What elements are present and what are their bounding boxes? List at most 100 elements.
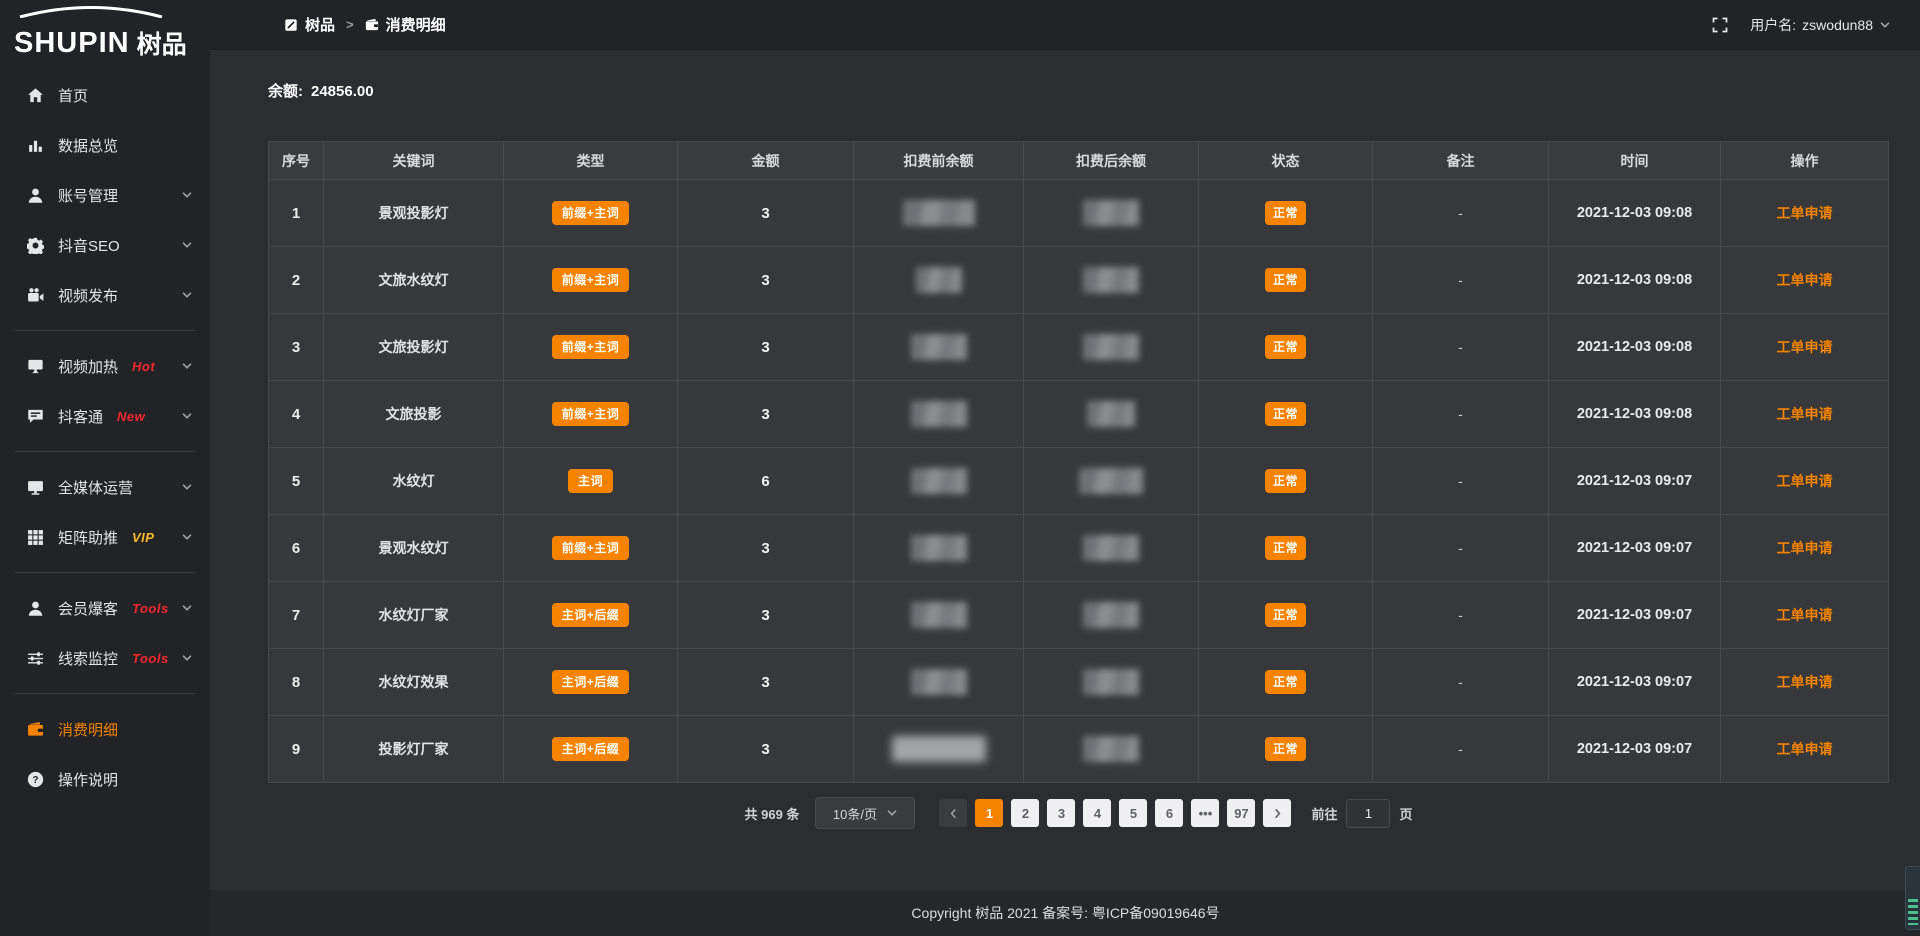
goto-label: 前往 [1311,804,1337,823]
cell-balance-after [1024,582,1199,649]
username-label: 用户名: [1750,15,1796,35]
work-order-link[interactable]: 工单申请 [1777,406,1833,422]
cell-action: 工单申请 [1721,582,1889,649]
fullscreen-icon[interactable] [1712,17,1728,33]
gear-icon [26,236,44,254]
type-tag: 前缀+主词 [552,268,630,292]
home-icon [26,86,44,104]
sidebar-item-douyin-seo[interactable]: 抖音SEO [0,220,210,270]
username-dropdown[interactable]: 用户名: zswodun88 [1750,15,1891,35]
column-header: 序号 [269,142,324,180]
cell-time: 2021-12-03 09:08 [1549,381,1721,448]
cell-amount: 6 [678,448,854,515]
table-row: 2文旅水纹灯前缀+主词3正常-2021-12-03 09:08工单申请 [269,247,1889,314]
cell-amount: 3 [678,716,854,783]
breadcrumb-item-app[interactable]: 树品 [284,14,335,35]
page-size-select[interactable]: 10条/页 [815,797,915,829]
status-badge: 正常 [1265,603,1306,627]
cell-balance-before [854,448,1024,515]
sidebar-item-operation-guide[interactable]: ?操作说明 [0,754,210,804]
work-order-link[interactable]: 工单申请 [1777,473,1833,489]
column-header: 金额 [678,142,854,180]
sidebar-item-member-baoke[interactable]: 会员爆客Tools [0,583,210,633]
page-button-3[interactable]: 3 [1047,799,1075,827]
cell-amount: 3 [678,515,854,582]
main-column: 树品 > 消费明细 用户名: zswodun88 [210,0,1920,936]
masked-value [1083,669,1139,695]
page-button-2[interactable]: 2 [1011,799,1039,827]
column-header: 备注 [1373,142,1549,180]
username-value: zswodun88 [1802,17,1873,33]
topbar: 树品 > 消费明细 用户名: zswodun88 [210,0,1920,50]
cell-balance-after [1024,515,1199,582]
page-button-5[interactable]: 5 [1119,799,1147,827]
work-order-link[interactable]: 工单申请 [1777,607,1833,623]
brand-logo[interactable]: SHUPIN 树品 [0,0,210,64]
sidebar-item-video-heat[interactable]: 视频加热Hot [0,341,210,391]
column-header: 时间 [1549,142,1721,180]
status-badge: 正常 [1265,536,1306,560]
sidebar-item-video-publish[interactable]: 视频发布 [0,270,210,320]
work-order-link[interactable]: 工单申请 [1777,741,1833,757]
chevron-down-icon [181,189,193,201]
cell-remark: - [1373,314,1549,381]
masked-value [892,736,986,762]
sidebar-item-lead-monitor[interactable]: 线索监控Tools [0,633,210,683]
table-row: 6景观水纹灯前缀+主词3正常-2021-12-03 09:07工单申请 [269,515,1889,582]
work-order-link[interactable]: 工单申请 [1777,540,1833,556]
cell-status: 正常 [1199,314,1373,381]
cell-action: 工单申请 [1721,448,1889,515]
masked-value [911,468,967,494]
masked-value [911,669,967,695]
sidebar-item-data-overview[interactable]: 数据总览 [0,120,210,170]
sidebar-item-label: 账号管理 [58,185,118,206]
cell-keyword: 水纹灯效果 [324,649,504,716]
cell-index: 7 [269,582,324,649]
status-badge: 正常 [1265,335,1306,359]
status-badge: 正常 [1265,201,1306,225]
sliders-icon [26,649,44,667]
page-buttons: 123456 ••• 97 [971,799,1259,827]
page-button-1[interactable]: 1 [975,799,1003,827]
logo-text-cn: 树品 [137,32,187,58]
sidebar-item-account-manage[interactable]: 账号管理 [0,170,210,220]
chevron-down-icon [181,360,193,372]
work-order-link[interactable]: 工单申请 [1777,272,1833,288]
work-order-link[interactable]: 工单申请 [1777,674,1833,690]
prev-page-button[interactable] [939,799,967,827]
masked-value [911,535,967,561]
masked-value [1083,535,1139,561]
sidebar-item-matrix-boost[interactable]: 矩阵助推VIP [0,512,210,562]
page-button-97[interactable]: 97 [1227,799,1255,827]
floating-widget[interactable] [1905,866,1920,930]
cell-balance-after [1024,716,1199,783]
nav-badge: Tools [132,601,169,616]
cell-remark: - [1373,180,1549,247]
next-page-button[interactable] [1263,799,1291,827]
work-order-link[interactable]: 工单申请 [1777,339,1833,355]
sidebar-item-home[interactable]: 首页 [0,70,210,120]
balance-label: 余额: [268,83,303,100]
goto-page-input[interactable] [1346,799,1390,828]
cell-amount: 3 [678,381,854,448]
cell-balance-after [1024,247,1199,314]
cell-time: 2021-12-03 09:07 [1549,716,1721,783]
cell-time: 2021-12-03 09:07 [1549,515,1721,582]
page-button-4[interactable]: 4 [1083,799,1111,827]
cell-balance-before [854,247,1024,314]
breadcrumb-item-page[interactable]: 消费明细 [365,14,446,35]
page-button-6[interactable]: 6 [1155,799,1183,827]
cell-remark: - [1373,582,1549,649]
chat-icon [26,407,44,425]
more-pages-button[interactable]: ••• [1191,799,1219,827]
sidebar-item-douketong[interactable]: 抖客通New [0,391,210,441]
work-order-link[interactable]: 工单申请 [1777,205,1833,221]
sidebar-item-consumption-detail[interactable]: 消费明细 [0,704,210,754]
sidebar: SHUPIN 树品 首页数据总览账号管理抖音SEO视频发布视频加热Hot抖客通N… [0,0,210,936]
status-badge: 正常 [1265,670,1306,694]
type-tag: 前缀+主词 [552,335,630,359]
cell-action: 工单申请 [1721,716,1889,783]
cell-time: 2021-12-03 09:08 [1549,180,1721,247]
cell-keyword: 水纹灯厂家 [324,582,504,649]
sidebar-item-media-operation[interactable]: 全媒体运营 [0,462,210,512]
